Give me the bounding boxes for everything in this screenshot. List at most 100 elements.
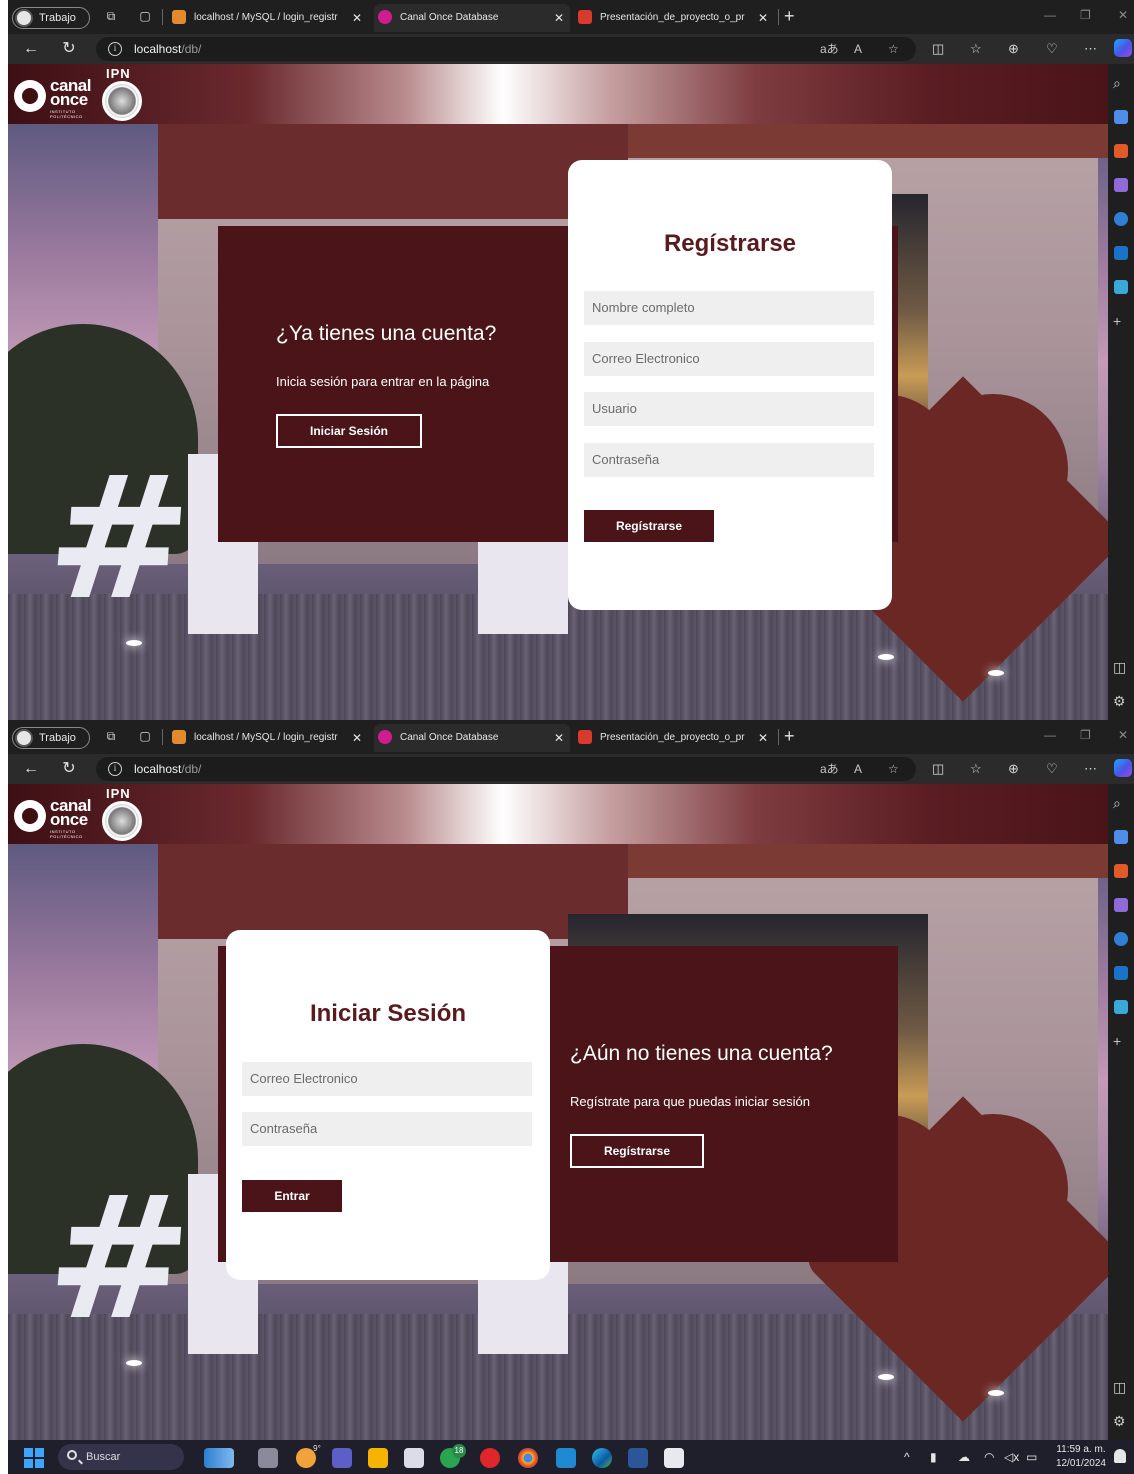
close-tab-icon[interactable]: ✕: [350, 724, 364, 752]
more-menu-icon[interactable]: ⋯: [1084, 40, 1097, 58]
tools-icon[interactable]: [1114, 864, 1128, 878]
tab-canal-once[interactable]: Canal Once Database ✕: [374, 724, 570, 752]
sidebar-settings-icon[interactable]: ⚙: [1113, 1414, 1126, 1428]
address-bar[interactable]: i localhost/db/ aあ A ☆: [96, 37, 916, 61]
restore-icon[interactable]: ❐: [1080, 8, 1091, 22]
favorites-icon[interactable]: ☆: [970, 760, 982, 778]
password-field[interactable]: [584, 443, 874, 477]
favorite-star-icon[interactable]: ☆: [888, 40, 899, 58]
copilot-icon[interactable]: [1114, 39, 1132, 57]
tools-icon[interactable]: [1114, 144, 1128, 158]
go-to-register-button[interactable]: Regístrarse: [570, 1134, 704, 1168]
add-sidebar-icon[interactable]: +: [1113, 1034, 1121, 1048]
tab-actions-icon[interactable]: ▢: [138, 9, 152, 23]
address-bar[interactable]: i localhost/db/ aあ A ☆: [96, 757, 916, 781]
new-tab-icon[interactable]: +: [784, 6, 795, 26]
wifi-icon[interactable]: ◠: [984, 1449, 994, 1465]
login-submit-button[interactable]: Entrar: [242, 1180, 342, 1212]
windows-start-icon[interactable]: [24, 1448, 44, 1468]
split-screen-icon[interactable]: ◫: [932, 760, 944, 778]
drop-icon[interactable]: [1114, 1000, 1128, 1014]
widgets-icon[interactable]: [204, 1448, 234, 1468]
pdf-reader-icon[interactable]: [664, 1448, 684, 1468]
outlook-icon[interactable]: [1114, 246, 1128, 260]
more-menu-icon[interactable]: ⋯: [1084, 760, 1097, 778]
collections-icon[interactable]: ⊕: [1008, 760, 1019, 778]
workspaces-icon[interactable]: ⧉: [104, 729, 118, 743]
games-icon[interactable]: [1114, 178, 1128, 192]
edge-icon[interactable]: [592, 1448, 612, 1468]
chrome-icon[interactable]: [518, 1448, 538, 1468]
search-icon[interactable]: ⌕: [1113, 796, 1121, 810]
tab-canal-once[interactable]: Canal Once Database ✕: [374, 4, 570, 32]
tab-actions-icon[interactable]: ▢: [138, 729, 152, 743]
refresh-icon[interactable]: ↻: [58, 758, 80, 780]
drop-icon[interactable]: [1114, 280, 1128, 294]
sidebar-settings-icon[interactable]: ⚙: [1113, 694, 1126, 708]
favorites-icon[interactable]: ☆: [970, 40, 982, 58]
copilot-icon[interactable]: [1114, 759, 1132, 777]
refresh-icon[interactable]: ↻: [58, 38, 80, 60]
volume-muted-icon[interactable]: ◁x: [1004, 1449, 1019, 1465]
fullname-field[interactable]: [584, 291, 874, 325]
tab-phpmyadmin[interactable]: localhost / MySQL / login_registr ✕: [172, 724, 368, 752]
notifications-bell-icon[interactable]: [1114, 1449, 1126, 1463]
profile-button[interactable]: Trabajo: [12, 7, 90, 29]
email-field[interactable]: [584, 342, 874, 376]
password-field[interactable]: [242, 1112, 532, 1146]
site-info-icon[interactable]: i: [108, 42, 122, 56]
username-field[interactable]: [584, 392, 874, 426]
close-tab-icon[interactable]: ✕: [552, 4, 566, 32]
weather-icon[interactable]: 9°: [296, 1444, 321, 1468]
restore-icon[interactable]: ❐: [1080, 728, 1091, 742]
tab-presentation[interactable]: Presentación_de_proyecto_o_pr ✕: [578, 724, 774, 752]
browser-essentials-icon[interactable]: ♡: [1046, 40, 1058, 58]
store-icon[interactable]: [404, 1448, 424, 1468]
show-hidden-icons-icon[interactable]: ^: [904, 1449, 910, 1465]
shopping-icon[interactable]: [1114, 110, 1128, 124]
search-icon[interactable]: ⌕: [1113, 76, 1121, 90]
back-icon[interactable]: ←: [20, 38, 42, 60]
shopping-icon[interactable]: [1114, 830, 1128, 844]
microsoft365-icon[interactable]: [1114, 212, 1128, 226]
translate-icon[interactable]: aあ: [820, 760, 839, 778]
close-window-icon[interactable]: ✕: [1118, 8, 1128, 22]
tab-presentation[interactable]: Presentación_de_proyecto_o_pr ✕: [578, 4, 774, 32]
chat-icon[interactable]: [332, 1448, 352, 1468]
onedrive-icon[interactable]: ☁: [958, 1449, 970, 1465]
register-submit-button[interactable]: Regístrarse: [584, 510, 714, 542]
site-info-icon[interactable]: i: [108, 762, 122, 776]
close-window-icon[interactable]: ✕: [1118, 728, 1128, 742]
new-tab-icon[interactable]: +: [784, 726, 795, 746]
word-icon[interactable]: [628, 1448, 648, 1468]
go-to-login-button[interactable]: Iniciar Sesión: [276, 414, 422, 448]
close-tab-icon[interactable]: ✕: [552, 724, 566, 752]
close-tab-icon[interactable]: ✕: [756, 724, 770, 752]
read-aloud-icon[interactable]: A: [854, 40, 862, 58]
task-view-icon[interactable]: [258, 1448, 278, 1468]
browser-essentials-icon[interactable]: ♡: [1046, 760, 1058, 778]
favorite-star-icon[interactable]: ☆: [888, 760, 899, 778]
read-aloud-icon[interactable]: A: [854, 760, 862, 778]
back-icon[interactable]: ←: [20, 758, 42, 780]
minimize-icon[interactable]: —: [1044, 8, 1056, 22]
taskbar-search[interactable]: Buscar: [58, 1444, 184, 1470]
email-field[interactable]: [242, 1062, 532, 1096]
system-clock[interactable]: 11:59 a. m. 12/01/2024: [1056, 1443, 1106, 1471]
vscode-icon[interactable]: [556, 1448, 576, 1468]
microsoft365-icon[interactable]: [1114, 932, 1128, 946]
workspaces-icon[interactable]: ⧉: [104, 9, 118, 23]
split-screen-icon[interactable]: ◫: [932, 40, 944, 58]
battery-icon[interactable]: ▭: [1026, 1449, 1037, 1465]
close-tab-icon[interactable]: ✕: [756, 4, 770, 32]
tray-app-icon[interactable]: ▮: [930, 1449, 937, 1465]
translate-icon[interactable]: aあ: [820, 40, 839, 58]
hide-sidebar-icon[interactable]: ◫: [1113, 1380, 1126, 1394]
close-tab-icon[interactable]: ✕: [350, 4, 364, 32]
profile-button[interactable]: Trabajo: [12, 727, 90, 749]
outlook-icon[interactable]: [1114, 966, 1128, 980]
minimize-icon[interactable]: —: [1044, 728, 1056, 742]
collections-icon[interactable]: ⊕: [1008, 40, 1019, 58]
opera-icon[interactable]: [480, 1448, 500, 1468]
games-icon[interactable]: [1114, 898, 1128, 912]
